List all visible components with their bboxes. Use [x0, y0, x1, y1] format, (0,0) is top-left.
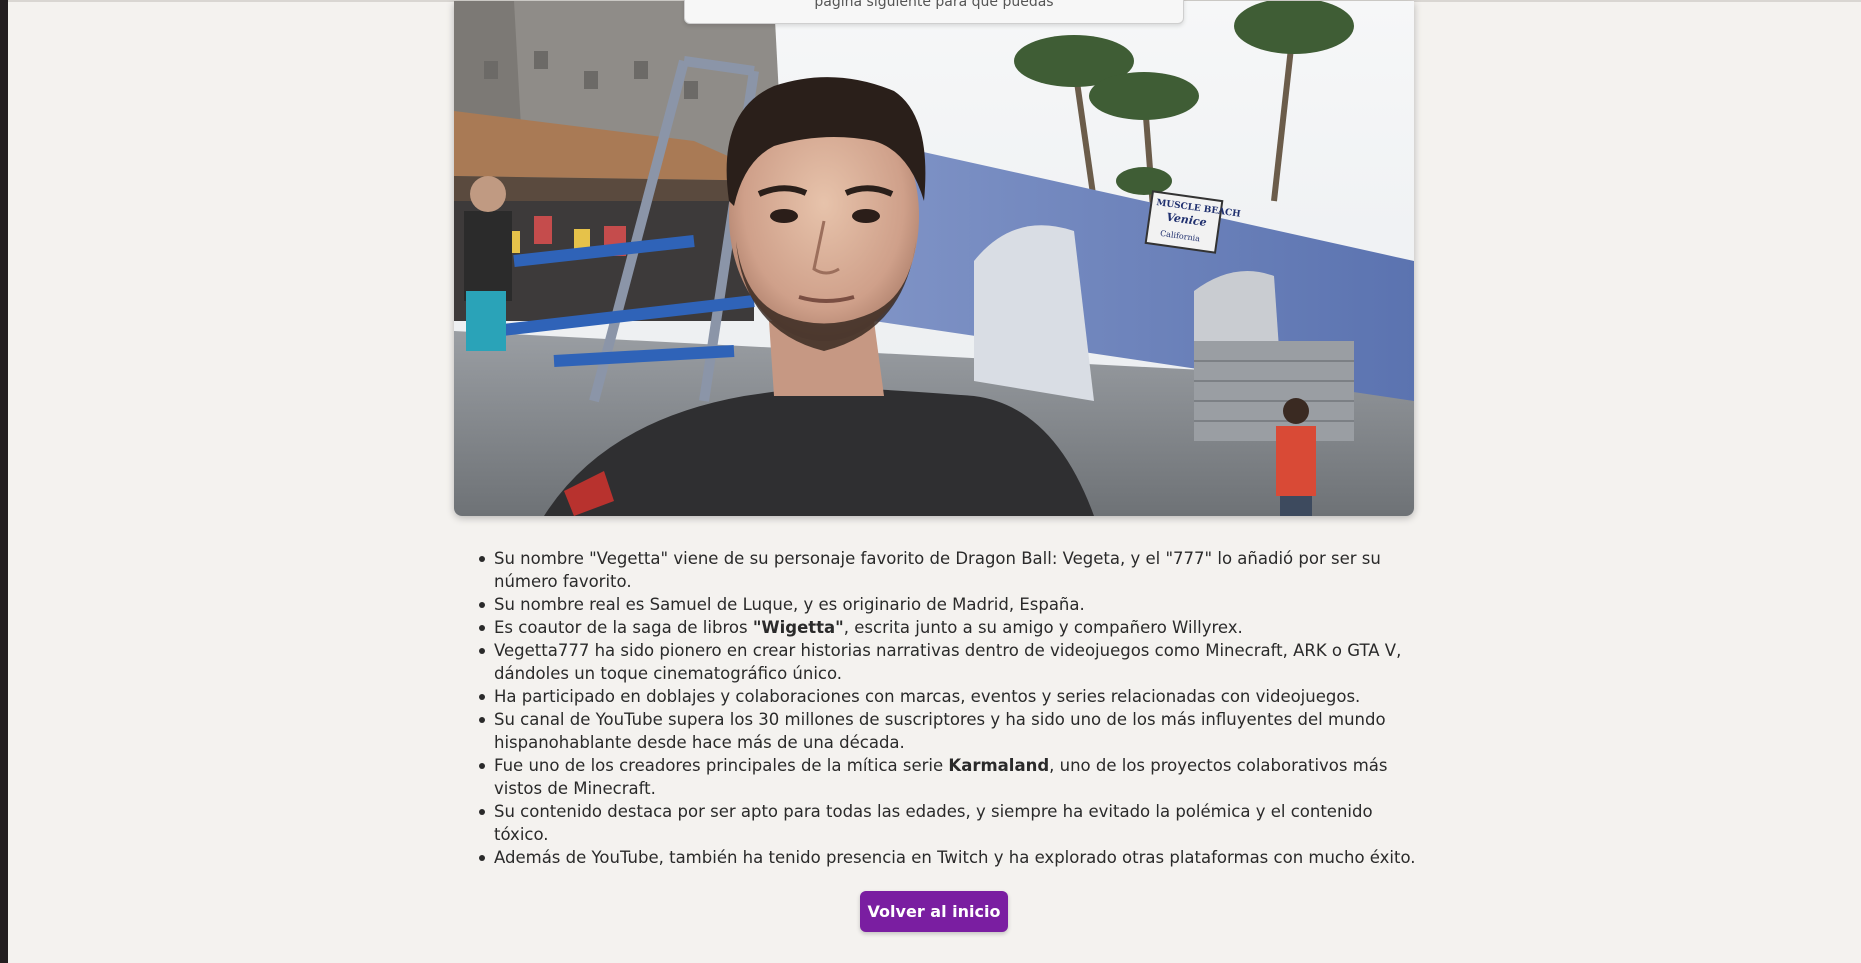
fact-text: Su nombre real es Samuel de Luque, y es …	[494, 595, 1085, 614]
fact-text: Además de YouTube, también ha tenido pre…	[494, 848, 1416, 867]
fact-item: Es coautor de la saga de libros "Wigetta…	[476, 616, 1416, 639]
fact-item: Fue uno de los creadores principales de …	[476, 754, 1416, 800]
fact-text: Es coautor de la saga de libros	[494, 618, 753, 637]
window-edge	[0, 0, 8, 963]
fact-item: Además de YouTube, también ha tenido pre…	[476, 846, 1416, 869]
fact-text: Vegetta777 ha sido pionero en crear hist…	[494, 641, 1402, 683]
fact-item: Vegetta777 ha sido pionero en crear hist…	[476, 639, 1416, 685]
fact-highlight: Karmaland	[948, 756, 1050, 775]
popup-text: página siguiente para que puedas	[814, 0, 1054, 10]
fact-item: Su canal de YouTube supera los 30 millon…	[476, 708, 1416, 754]
fact-text: Su canal de YouTube supera los 30 millon…	[494, 710, 1386, 752]
fact-item: Su contenido destaca por ser apto para t…	[476, 800, 1416, 846]
selfie-photo: MUSCLE BEACH Venice California	[454, 1, 1414, 516]
fact-highlight: "Wigetta"	[752, 618, 844, 637]
fact-item: Su nombre "Vegetta" viene de su personaj…	[476, 547, 1416, 593]
fact-text-end: , escrita junto a su amigo y compañero W…	[843, 618, 1243, 637]
fact-item: Ha participado en doblajes y colaboracio…	[476, 685, 1416, 708]
fact-text: Su nombre "Vegetta" viene de su personaj…	[494, 549, 1381, 591]
overlay-popup: página siguiente para que puedas	[684, 0, 1184, 24]
fact-text: Ha participado en doblajes y colaboracio…	[494, 687, 1361, 706]
back-home-button[interactable]: Volver al inicio	[860, 891, 1008, 932]
fact-text: Su contenido destaca por ser apto para t…	[494, 802, 1373, 844]
fact-text: Fue uno de los creadores principales de …	[494, 756, 949, 775]
facts-list: Su nombre "Vegetta" viene de su personaj…	[476, 547, 1416, 869]
fact-item: Su nombre real es Samuel de Luque, y es …	[476, 593, 1416, 616]
